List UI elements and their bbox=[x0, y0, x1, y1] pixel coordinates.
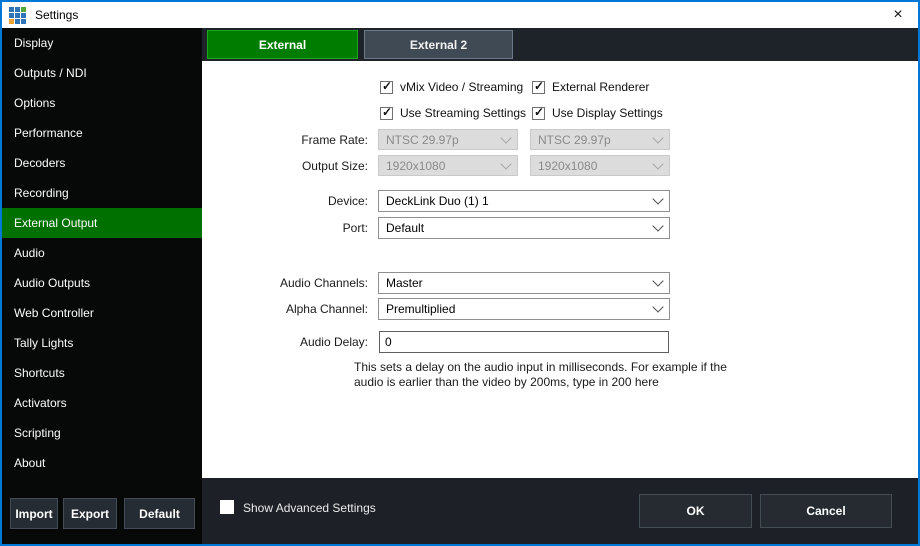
logo-cell bbox=[21, 7, 26, 12]
sidebar-item-scripting[interactable]: Scripting bbox=[2, 418, 202, 448]
sidebar-item-decoders[interactable]: Decoders bbox=[2, 148, 202, 178]
settings-window: Settings × Display Outputs / NDI Options… bbox=[0, 0, 920, 546]
logo-cell bbox=[15, 7, 20, 12]
main-panel: External External 2 ✓ vMix Video / Strea… bbox=[202, 28, 918, 544]
sidebar-item-audio-outputs[interactable]: Audio Outputs bbox=[2, 268, 202, 298]
logo-cell bbox=[9, 13, 14, 18]
checkbox-box: ✓ bbox=[532, 81, 545, 94]
chevron-down-icon bbox=[652, 301, 663, 312]
tab-external-2[interactable]: External 2 bbox=[364, 30, 513, 59]
cancel-button[interactable]: Cancel bbox=[760, 494, 892, 528]
chevron-down-icon bbox=[652, 193, 663, 204]
sidebar-item-outputs-ndi[interactable]: Outputs / NDI bbox=[2, 58, 202, 88]
audio-delay-help-text: This sets a delay on the audio input in … bbox=[354, 360, 758, 390]
logo-cell bbox=[9, 19, 14, 24]
alpha-channel-value: Premultiplied bbox=[386, 302, 455, 316]
alpha-channel-label: Alpha Channel: bbox=[202, 302, 368, 316]
checkbox-label: vMix Video / Streaming bbox=[400, 80, 523, 94]
footer-bar: Show Advanced Settings OK Cancel bbox=[202, 478, 918, 544]
chevron-down-icon bbox=[652, 158, 663, 169]
sidebar-item-recording[interactable]: Recording bbox=[2, 178, 202, 208]
checkbox-external-renderer[interactable]: ✓ External Renderer bbox=[532, 80, 649, 94]
window-title: Settings bbox=[35, 8, 78, 22]
audio-delay-label: Audio Delay: bbox=[202, 335, 368, 349]
port-value: Default bbox=[386, 221, 424, 235]
tab-bar: External External 2 bbox=[202, 28, 918, 61]
checkbox-label: Use Streaming Settings bbox=[400, 106, 526, 120]
default-button[interactable]: Default bbox=[124, 498, 195, 529]
title-bar: Settings × bbox=[2, 2, 918, 28]
checkbox-box: ✓ bbox=[380, 107, 393, 120]
logo-cell bbox=[15, 19, 20, 24]
show-advanced-label: Show Advanced Settings bbox=[243, 501, 376, 515]
port-select[interactable]: Default bbox=[378, 217, 670, 239]
output-size-value-1: 1920x1080 bbox=[386, 159, 445, 173]
chevron-down-icon bbox=[652, 275, 663, 286]
logo-cell bbox=[9, 7, 14, 12]
vmix-logo-icon bbox=[9, 7, 26, 24]
checkbox-use-streaming-settings[interactable]: ✓ Use Streaming Settings bbox=[380, 106, 526, 120]
chevron-down-icon bbox=[500, 158, 511, 169]
sidebar-item-audio[interactable]: Audio bbox=[2, 238, 202, 268]
audio-channels-select[interactable]: Master bbox=[378, 272, 670, 294]
close-icon[interactable]: × bbox=[878, 2, 918, 28]
logo-cell bbox=[21, 19, 26, 24]
logo-cell bbox=[21, 13, 26, 18]
sidebar-item-display[interactable]: Display bbox=[2, 28, 202, 58]
checkbox-box: ✓ bbox=[532, 107, 545, 120]
check-icon: ✓ bbox=[534, 79, 544, 93]
frame-rate-label: Frame Rate: bbox=[202, 133, 368, 147]
checkbox-vmix-video-streaming[interactable]: ✓ vMix Video / Streaming bbox=[380, 80, 523, 94]
port-label: Port: bbox=[202, 221, 368, 235]
chevron-down-icon bbox=[500, 132, 511, 143]
settings-sidebar: Display Outputs / NDI Options Performanc… bbox=[2, 28, 202, 544]
sidebar-item-performance[interactable]: Performance bbox=[2, 118, 202, 148]
sidebar-item-web-controller[interactable]: Web Controller bbox=[2, 298, 202, 328]
output-size-value-2: 1920x1080 bbox=[538, 159, 597, 173]
external-output-form: ✓ vMix Video / Streaming ✓ External Rend… bbox=[202, 61, 918, 478]
check-icon: ✓ bbox=[534, 105, 544, 119]
device-label: Device: bbox=[202, 194, 368, 208]
sidebar-item-tally-lights[interactable]: Tally Lights bbox=[2, 328, 202, 358]
ok-button[interactable]: OK bbox=[639, 494, 752, 528]
audio-delay-input[interactable] bbox=[379, 331, 669, 353]
device-value: DeckLink Duo (1) 1 bbox=[386, 194, 489, 208]
check-icon: ✓ bbox=[382, 105, 392, 119]
frame-rate-value-2: NTSC 29.97p bbox=[538, 133, 611, 147]
chevron-down-icon bbox=[652, 220, 663, 231]
audio-channels-value: Master bbox=[386, 276, 423, 290]
output-size-label: Output Size: bbox=[202, 159, 368, 173]
checkbox-use-display-settings[interactable]: ✓ Use Display Settings bbox=[532, 106, 663, 120]
sidebar-item-about[interactable]: About bbox=[2, 448, 202, 478]
alpha-channel-select[interactable]: Premultiplied bbox=[378, 298, 670, 320]
sidebar-item-activators[interactable]: Activators bbox=[2, 388, 202, 418]
checkbox-label: External Renderer bbox=[552, 80, 649, 94]
output-size-select-1[interactable]: 1920x1080 bbox=[378, 155, 518, 176]
audio-channels-label: Audio Channels: bbox=[202, 276, 368, 290]
frame-rate-value-1: NTSC 29.97p bbox=[386, 133, 459, 147]
logo-cell bbox=[15, 13, 20, 18]
tab-external[interactable]: External bbox=[207, 30, 358, 59]
sidebar-item-shortcuts[interactable]: Shortcuts bbox=[2, 358, 202, 388]
sidebar-item-options[interactable]: Options bbox=[2, 88, 202, 118]
frame-rate-select-2[interactable]: NTSC 29.97p bbox=[530, 129, 670, 150]
chevron-down-icon bbox=[652, 132, 663, 143]
checkbox-label: Use Display Settings bbox=[552, 106, 663, 120]
checkbox-box: ✓ bbox=[380, 81, 393, 94]
export-button[interactable]: Export bbox=[63, 498, 117, 529]
device-select[interactable]: DeckLink Duo (1) 1 bbox=[378, 190, 670, 212]
sidebar-item-external-output[interactable]: External Output bbox=[2, 208, 202, 238]
check-icon: ✓ bbox=[382, 79, 392, 93]
output-size-select-2[interactable]: 1920x1080 bbox=[530, 155, 670, 176]
checkbox-show-advanced-settings[interactable] bbox=[220, 500, 234, 514]
frame-rate-select-1[interactable]: NTSC 29.97p bbox=[378, 129, 518, 150]
import-button[interactable]: Import bbox=[10, 498, 58, 529]
